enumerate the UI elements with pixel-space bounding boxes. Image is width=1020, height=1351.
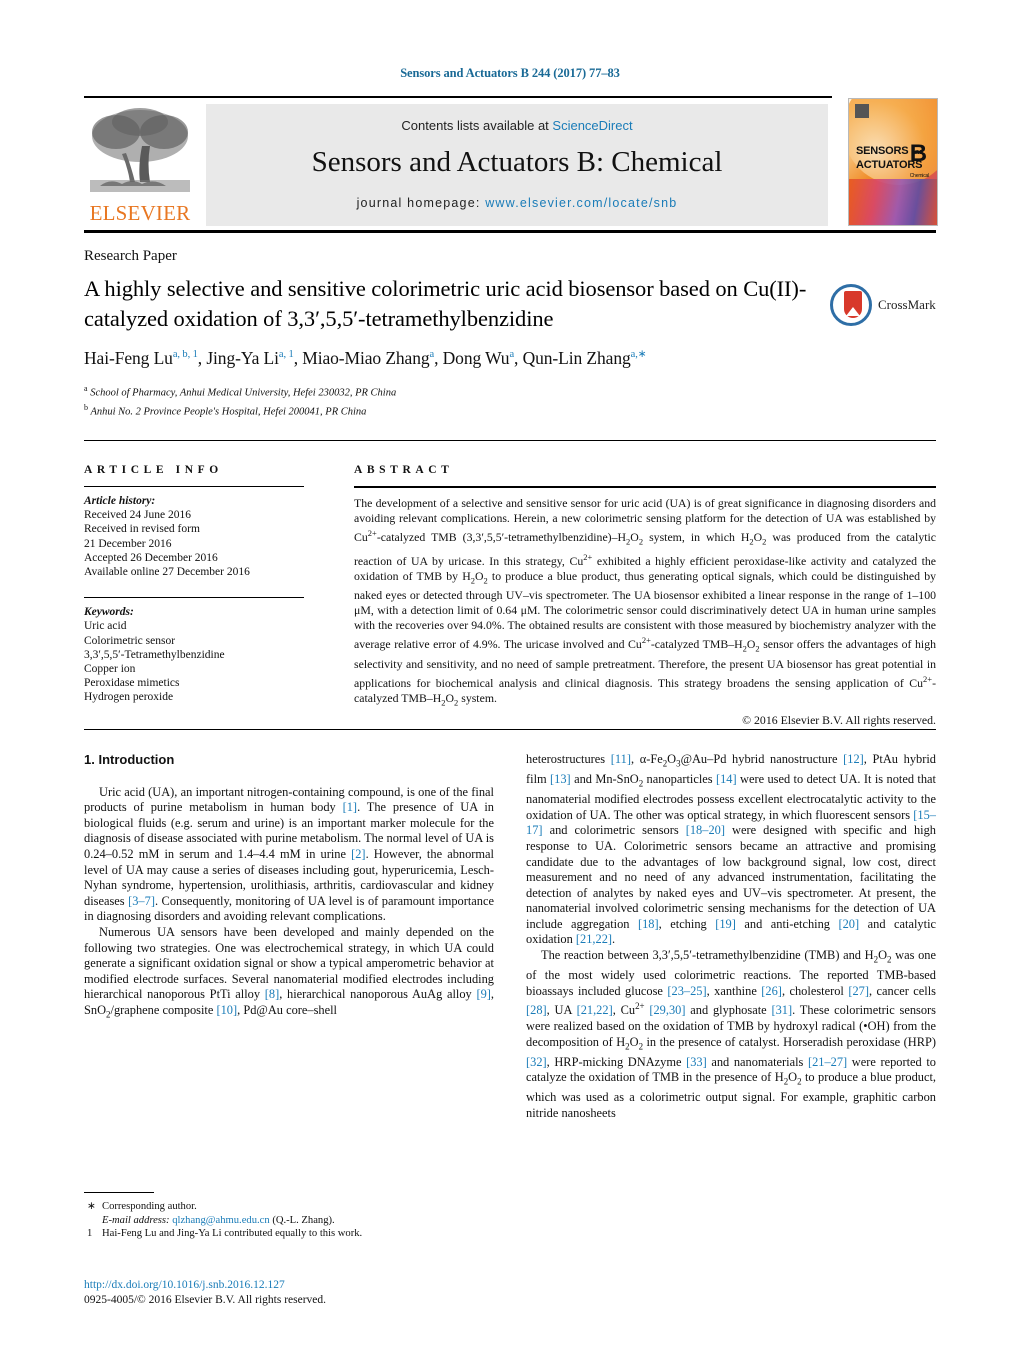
affiliation-list: a School of Pharmacy, Anhui Medical Univ… (84, 382, 936, 419)
footnote-corresponding-author: ∗ Corresponding author. (84, 1200, 494, 1214)
section-title-introduction: 1. Introduction (84, 752, 175, 767)
keywords-group: Keywords: Uric acid Colorimetric sensor … (84, 605, 304, 704)
abstract-column: ABSTRACT The development of a selective … (354, 464, 936, 728)
author-list: Hai-Feng Lua, b, 1, Jing-Ya Lia, 1, Miao… (84, 348, 647, 368)
email-link[interactable]: qlzhang@ahmu.edu.cn (172, 1215, 269, 1226)
journal-band: Contents lists available at ScienceDirec… (206, 104, 828, 226)
keyword-item: Colorimetric sensor (84, 634, 176, 647)
cover-letter-sub: Chemical (909, 173, 929, 179)
keyword-item: Copper ion (84, 663, 136, 676)
crossmark-label: CrossMark (878, 297, 936, 312)
keyword-item: Uric acid (84, 620, 127, 633)
abstract-text: The development of a selective and sensi… (354, 496, 937, 708)
body-paragraph: heterostructures [11], α-Fe2O3@Au–Pd hyb… (526, 752, 937, 947)
body-column-left: 1. Introduction Uric acid (UA), an impor… (84, 752, 494, 1023)
footnote-text: Hai-Feng Lu and Jing-Ya Li contributed e… (102, 1228, 363, 1240)
article-history-label: Article history: (84, 495, 156, 507)
running-head: Sensors and Actuators B 244 (2017) 77–83 (400, 66, 620, 80)
article-info-rule (84, 486, 304, 487)
journal-homepage-line: journal homepage: www.elsevier.com/locat… (206, 196, 828, 210)
history-item: Accepted 26 December 2016 (84, 551, 218, 564)
cover-series-letter: B Chemical (909, 140, 929, 187)
footnote-equal-contribution: 1 Hai-Feng Lu and Jing-Ya Li contributed… (84, 1227, 494, 1241)
crossmark-triangle-shape (846, 307, 860, 316)
sciencedirect-link[interactable]: ScienceDirect (552, 118, 632, 133)
abstract-rule (354, 486, 936, 488)
cover-line1: SENSORS (856, 145, 909, 157)
history-item: Available online 27 December 2016 (84, 566, 250, 579)
journal-title: Sensors and Actuators B: Chemical (311, 146, 723, 178)
abstract-heading: ABSTRACT (354, 464, 454, 476)
page-title: A highly selective and sensitive colorim… (84, 276, 807, 331)
info-abstract-bottom-rule (84, 729, 936, 730)
body-column-right: heterostructures [11], α-Fe2O3@Au–Pd hyb… (526, 752, 936, 1122)
masthead-bottom-rule (84, 230, 936, 233)
history-item: Received in revised form (84, 523, 200, 536)
journal-cover-thumbnail: SENSORS and ACTUATORS B Chemical (848, 98, 938, 226)
keywords-label: Keywords: (84, 606, 134, 619)
masthead-top-rule (84, 96, 832, 98)
keyword-item: 3,3′,5,5′-Tetramethylbenzidine (84, 648, 225, 661)
article-type: Research Paper (84, 248, 177, 264)
footnote-mark: 1 (87, 1228, 93, 1240)
info-abstract-top-rule (84, 440, 936, 441)
email-label: E-mail address: (102, 1214, 170, 1226)
email-suffix: (Q.-L. Zhang). (272, 1214, 335, 1226)
affiliation-item: b Anhui No. 2 Province People's Hospital… (84, 401, 936, 420)
affiliation-text: School of Pharmacy, Anhui Medical Univer… (90, 387, 397, 399)
affiliation-mark: b (84, 402, 88, 412)
affiliation-item: a School of Pharmacy, Anhui Medical Univ… (84, 382, 936, 401)
crossmark-icon (830, 284, 872, 326)
keywords-rule (84, 597, 304, 599)
contents-available-line: Contents lists available at ScienceDirec… (206, 118, 828, 133)
contents-prefix: Contents lists available at (401, 118, 553, 133)
footnotes-block: ∗ Corresponding author. E-mail address: … (84, 1192, 494, 1241)
affiliation-text: Anhui No. 2 Province People's Hospital, … (90, 406, 367, 417)
body-paragraph: Uric acid (UA), an important nitrogen-co… (84, 784, 494, 924)
footnote-text: Corresponding author. (102, 1201, 197, 1212)
cover-elsevier-mark-icon (855, 104, 869, 118)
title-block: Research Paper A highly selective and se… (84, 248, 936, 419)
keyword-item: Peroxidase mimetics (84, 677, 180, 690)
footnote-email: E-mail address: qlzhang@ahmu.edu.cn (Q.-… (84, 1214, 494, 1228)
journal-masthead: ELSEVIER Contents lists available at Sci… (84, 96, 938, 233)
doi-link[interactable]: http://dx.doi.org/10.1016/j.snb.2016.12.… (84, 1278, 584, 1293)
abstract-copyright: © 2016 Elsevier B.V. All rights reserved… (742, 713, 936, 728)
keyword-item: Hydrogen peroxide (84, 691, 174, 704)
footnote-rule (84, 1192, 154, 1193)
cover-letter: B (909, 140, 928, 167)
footnote-mark: ∗ (87, 1201, 96, 1212)
issn-copyright: 0925-4005/© 2016 Elsevier B.V. All right… (84, 1294, 327, 1306)
article-info-heading: ARTICLE INFO (84, 464, 223, 476)
crossmark-badge-group[interactable]: CrossMark (830, 284, 936, 328)
body-columns: 1. Introduction Uric acid (UA), an impor… (84, 752, 936, 1252)
elsevier-tree-icon (88, 106, 192, 198)
history-item: 21 December 2016 (84, 537, 172, 550)
elsevier-wordmark: ELSEVIER (89, 201, 191, 225)
article-info-column: ARTICLE INFO Article history: Received 2… (84, 464, 304, 705)
footer-identifiers: http://dx.doi.org/10.1016/j.snb.2016.12.… (84, 1278, 584, 1308)
history-item: Received 24 June 2016 (84, 509, 191, 522)
body-paragraph: The reaction between 3,3′,5,5′-tetrameth… (526, 948, 937, 1120)
elsevier-logo: ELSEVIER (86, 102, 194, 228)
homepage-prefix: journal homepage: (356, 196, 486, 210)
body-paragraph: Numerous UA sensors have been developed … (84, 924, 494, 1020)
journal-article-page: Sensors and Actuators B 244 (2017) 77–83 (0, 0, 1020, 1351)
affiliation-mark: a (84, 384, 88, 393)
article-history-group: Article history: Received 24 June 2016 R… (84, 494, 304, 579)
journal-homepage-link[interactable]: www.elsevier.com/locate/snb (485, 196, 677, 210)
